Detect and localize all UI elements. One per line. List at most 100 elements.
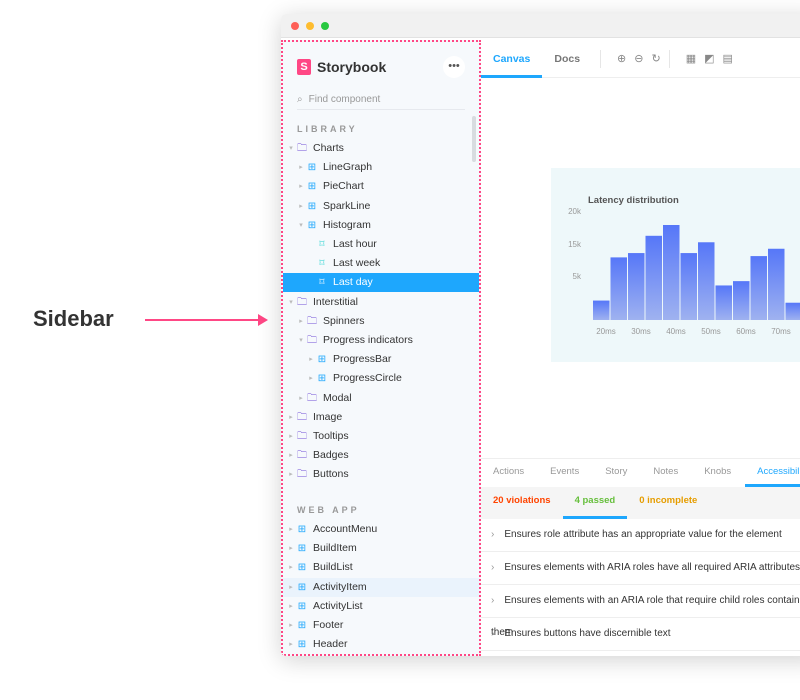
folder-icon: 🗀 xyxy=(307,392,317,404)
a11y-rule-row[interactable]: › Ensures buttons have discernible text xyxy=(481,618,800,651)
histogram-bar xyxy=(715,285,732,320)
section-web-app: WEB APP xyxy=(297,505,360,515)
section-library: LIBRARY xyxy=(297,124,358,134)
chevron-right-icon: › xyxy=(491,529,495,540)
caret-icon: ▸ xyxy=(289,545,293,553)
sidebar-item-header[interactable]: ▸ ⊞ Header xyxy=(283,635,479,654)
sidebar-item-tooltips[interactable]: ▸ 🗀 Tooltips xyxy=(283,427,479,446)
addon-tab-accessibility[interactable]: Accessibility xyxy=(745,459,800,487)
y-tick-label: 20k xyxy=(568,207,582,216)
sidebar-item-buildlist[interactable]: ▸ ⊞ BuildList xyxy=(283,558,479,577)
component-icon: ⊞ xyxy=(307,162,317,174)
sidebar-item-last-day[interactable]: ⌑ Last day xyxy=(283,273,479,293)
sidebar-item-label: ProgressBar xyxy=(333,353,392,366)
viewport-icon[interactable]: ▤ xyxy=(723,52,733,65)
sidebar-item-activityitem[interactable]: ▸ ⊞ ActivityItem xyxy=(283,577,479,597)
sidebar-item-image[interactable]: ▸ 🗀 Image xyxy=(283,408,479,427)
background-icon[interactable]: ◩ xyxy=(704,52,714,65)
a11y-rule-row[interactable]: › Ensures elements with an ARIA role that… xyxy=(481,585,800,638)
sidebar-item-progresscircle[interactable]: ▸ ⊞ ProgressCircle xyxy=(283,369,479,388)
caret-icon: ▸ xyxy=(309,356,313,364)
addon-tab-story[interactable]: Story xyxy=(593,459,639,487)
zoom-in-icon[interactable]: ⊕ xyxy=(617,52,626,65)
brand[interactable]: S Storybook xyxy=(297,59,386,75)
sidebar-item-progressbar[interactable]: ▸ ⊞ ProgressBar xyxy=(283,350,479,369)
sidebar-item-label: Image xyxy=(313,410,343,423)
sidebar-item-histogram[interactable]: ▾ ⊞ Histogram xyxy=(283,216,479,235)
sidebar-item-linegraph[interactable]: ▸ ⊞ LineGraph xyxy=(283,158,479,177)
sidebar-callout-label: Sidebar xyxy=(33,306,114,331)
addon-tab-actions[interactable]: Actions xyxy=(481,459,536,487)
folder-icon: 🗀 xyxy=(297,143,307,154)
rule-text: Ensures elements with ARIA roles have al… xyxy=(504,562,800,573)
sidebar-item-spinners[interactable]: ▸ 🗀 Spinners xyxy=(283,312,479,331)
tab-canvas[interactable]: Canvas xyxy=(481,40,543,78)
sidebar-item-label: PieChart xyxy=(323,180,364,193)
sidebar-item-last-week[interactable]: ⌑ Last week xyxy=(283,254,479,273)
histogram-bar xyxy=(698,242,715,320)
sidebar-item-last-hour[interactable]: ⌑ Last hour xyxy=(283,235,479,254)
a11y-tab-2[interactable]: 0 incomplete xyxy=(627,487,709,519)
maximize-button[interactable] xyxy=(321,22,329,30)
component-icon: ⊞ xyxy=(307,181,317,193)
story-icon: ⌑ xyxy=(319,277,325,289)
y-tick-label: 5k xyxy=(573,272,582,281)
histogram-bar xyxy=(680,253,697,320)
addon-tab-events[interactable]: Events xyxy=(538,459,591,487)
sidebar-item-label: Charts xyxy=(313,142,344,154)
caret-icon: ▾ xyxy=(289,145,293,152)
grid-icon[interactable]: ▦ xyxy=(686,52,696,65)
main-area: Canvas Docs ⊕ ⊖ ↻ ▦ ◩ ▤ Latency distribu… xyxy=(481,40,800,656)
sidebar-item-footer[interactable]: ▸ ⊞ Footer xyxy=(283,616,479,635)
more-menu-button[interactable]: ••• xyxy=(443,56,465,78)
sidebar-item-buttons[interactable]: ▸ 🗀 Buttons xyxy=(283,465,479,484)
sidebar-item-label: Histogram xyxy=(323,218,371,231)
caret-icon: ▸ xyxy=(289,526,293,533)
component-icon: ⊞ xyxy=(307,200,317,212)
caret-icon: ▸ xyxy=(289,622,293,629)
addon-tab-knobs[interactable]: Knobs xyxy=(692,459,743,487)
search-input[interactable]: Find component xyxy=(309,94,381,105)
caret-icon: ▸ xyxy=(299,183,303,191)
sidebar-item-modal[interactable]: ▸ 🗀 Modal xyxy=(283,389,479,408)
addon-tab-notes[interactable]: Notes xyxy=(641,459,690,487)
sidebar-item-activitylist[interactable]: ▸ ⊞ ActivityList xyxy=(283,597,479,616)
a11y-tab-1[interactable]: 4 passed xyxy=(562,487,628,519)
title-bar xyxy=(281,14,800,38)
sidebar-item-label: ActivityItem xyxy=(313,580,367,593)
minimize-button[interactable] xyxy=(306,22,314,30)
sidebar-item-piechart[interactable]: ▸ ⊞ PieChart xyxy=(283,177,479,196)
tab-docs[interactable]: Docs xyxy=(542,40,592,78)
sidebar-item-progress-indicators[interactable]: ▾ 🗀 Progress indicators xyxy=(283,331,479,350)
a11y-rule-row[interactable]: › Ensures elements with ARIA roles have a… xyxy=(481,552,800,585)
sidebar-item-builditem[interactable]: ▸ ⊞ BuildItem xyxy=(283,539,479,558)
rule-text: Ensures buttons have discernible text xyxy=(504,628,671,639)
storybook-window: S Storybook ••• ⌕ Find component LIBRARY W… xyxy=(281,14,800,656)
x-tick-label: 70ms xyxy=(771,327,791,336)
chevron-right-icon: › xyxy=(491,628,495,639)
search-field[interactable]: ⌕ Find component xyxy=(297,90,465,110)
a11y-tab-0[interactable]: 20 violations xyxy=(481,487,563,519)
folder-icon: 🗀 xyxy=(297,450,307,462)
brand-name: Storybook xyxy=(317,59,387,75)
story-icon: ⌑ xyxy=(319,239,325,250)
caret-icon: ▸ xyxy=(299,317,303,325)
zoom-reset-icon[interactable]: ↻ xyxy=(651,52,660,65)
sidebar-item-label: Last hour xyxy=(333,238,377,250)
caret-icon: ▸ xyxy=(299,202,303,210)
sidebar-item-charts[interactable]: ▾ 🗀 Charts xyxy=(283,139,479,158)
caret-icon: ▸ xyxy=(289,641,293,649)
sidebar-item-interstitial[interactable]: ▾ 🗀 Interstitial xyxy=(283,293,479,312)
y-tick-label: 15k xyxy=(568,240,582,249)
x-tick-label: 40ms xyxy=(666,327,686,336)
sidebar-item-accountmenu[interactable]: ▸ ⊞ AccountMenu xyxy=(283,520,479,539)
zoom-out-icon[interactable]: ⊖ xyxy=(634,52,643,65)
component-icon: ⊞ xyxy=(317,373,327,385)
sidebar-item-label: ActivityList xyxy=(313,599,363,612)
sidebar-item-sparkline[interactable]: ▸ ⊞ SparkLine xyxy=(283,197,479,216)
caret-icon: ▸ xyxy=(289,564,293,572)
component-icon: ⊞ xyxy=(297,524,307,535)
close-button[interactable] xyxy=(291,22,299,30)
sidebar-item-badges[interactable]: ▸ 🗀 Badges xyxy=(283,446,479,465)
a11y-rule-row[interactable]: › Ensures role attribute has an appropria… xyxy=(481,519,800,552)
